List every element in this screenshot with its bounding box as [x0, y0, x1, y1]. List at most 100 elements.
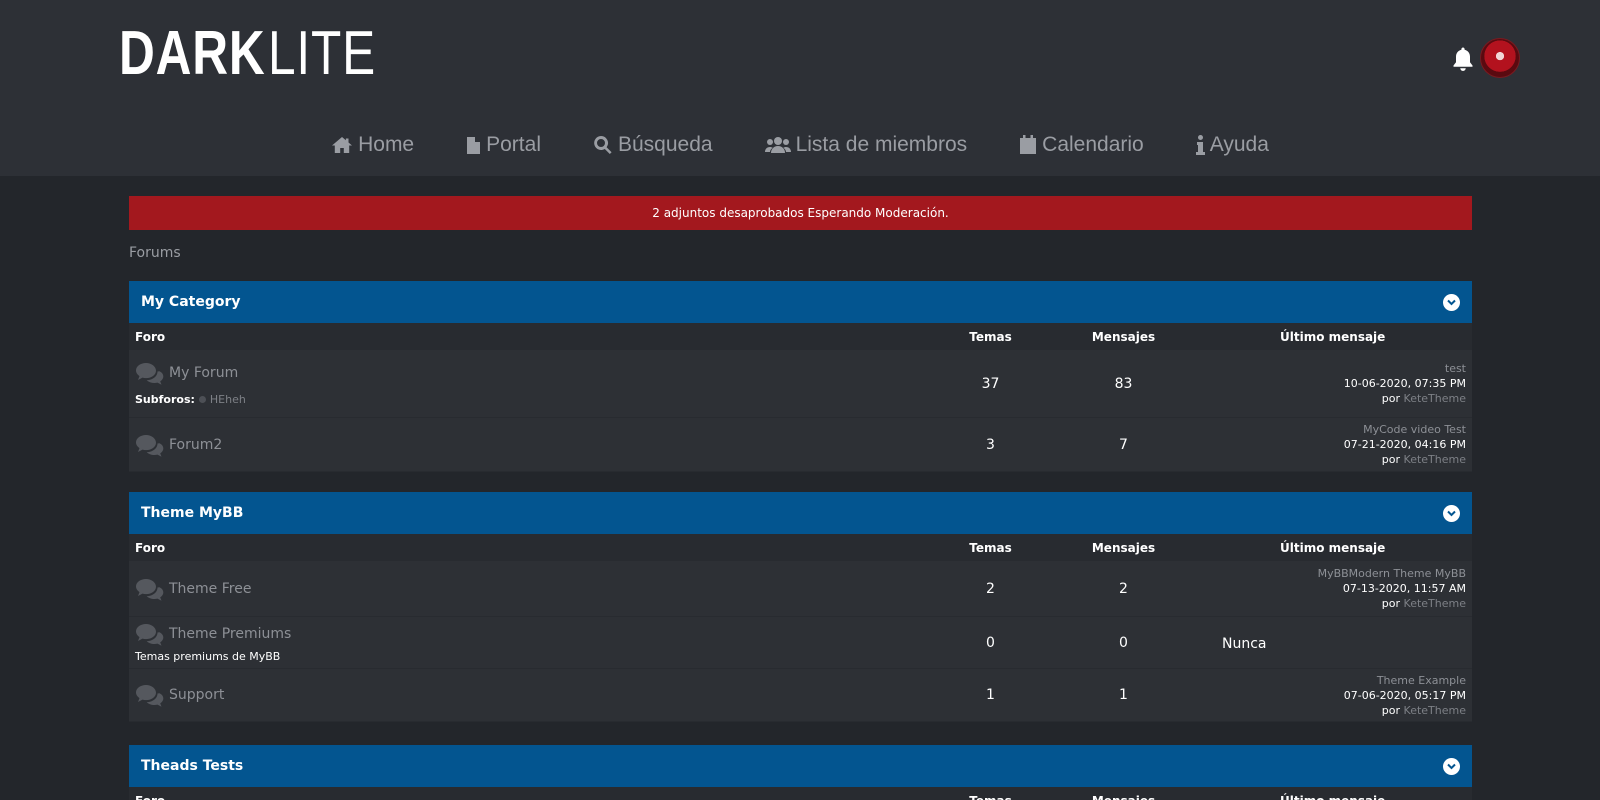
- last-post-por: por: [1381, 597, 1401, 610]
- users-icon: [764, 137, 791, 153]
- chevron-down-icon: [1447, 510, 1456, 516]
- collapse-button[interactable]: [1443, 504, 1460, 522]
- mensajes-count: 1: [1119, 687, 1128, 703]
- mensajes-count: 7: [1119, 436, 1128, 453]
- subforum-status-icon: [198, 396, 206, 403]
- mensajes-count: 83: [1114, 375, 1133, 392]
- column-header: Foro Temas Mensajes Último mensaje: [129, 534, 1472, 561]
- nav-calendario-label: Calendario: [1042, 133, 1144, 156]
- subforum-link[interactable]: HEheh: [210, 393, 246, 406]
- collapse-button[interactable]: [1443, 293, 1460, 311]
- nav-ayuda-label: Ayuda: [1209, 133, 1269, 156]
- chevron-down-icon: [1447, 299, 1456, 305]
- last-post-por: por: [1381, 453, 1401, 466]
- temas-count: 37: [981, 375, 1000, 392]
- info-icon: [1195, 135, 1205, 155]
- col-temas: Temas: [969, 540, 1012, 555]
- chat-bubbles-icon: [136, 434, 164, 457]
- category-title[interactable]: My Category: [141, 294, 241, 310]
- chevron-down-icon: [1447, 763, 1456, 769]
- category-header: My Category: [129, 281, 1472, 323]
- col-ultimo: Último mensaje: [1280, 540, 1386, 555]
- calendar-icon: [1020, 135, 1037, 154]
- moderation-notice-text: 2 adjuntos desaprobados Esperando Modera…: [652, 206, 949, 220]
- last-post-por: por: [1381, 392, 1401, 405]
- last-post: test 10-06-2020, 07:35 PM por KeteTheme: [1190, 361, 1472, 406]
- forum-cell: My Forum Subforos: HEheh: [129, 361, 924, 406]
- nav-ayuda[interactable]: Ayuda: [1195, 133, 1269, 157]
- forum-link[interactable]: Support: [169, 687, 224, 703]
- moderation-notice[interactable]: 2 adjuntos desaprobados Esperando Modera…: [129, 196, 1472, 230]
- collapse-button[interactable]: [1443, 757, 1460, 775]
- breadcrumb[interactable]: Forums: [129, 245, 181, 261]
- nav-busqueda[interactable]: Búsqueda: [593, 133, 713, 157]
- site-header: DARKLITE Home Portal Búsqueda Lista de m…: [0, 0, 1600, 176]
- last-post-title[interactable]: MyCode video Test: [1190, 422, 1466, 437]
- last-post-never: Nunca: [1222, 636, 1267, 652]
- temas-count: 1: [986, 687, 995, 703]
- nav-portal-label: Portal: [486, 133, 541, 156]
- last-post-title[interactable]: Theme Example: [1190, 673, 1466, 688]
- logo-bold-text: DARK: [119, 19, 266, 88]
- last-post-date: 07-13-2020, 11:57 AM: [1342, 582, 1466, 595]
- column-header: Foro Temas Mensajes Último mensaje: [129, 787, 1472, 800]
- forum-row: Theme Free 2 2 MyBBModern Theme MyBB 07-…: [129, 561, 1472, 617]
- last-post: MyCode video Test 07-21-2020, 04:16 PM p…: [1190, 422, 1472, 467]
- col-mensajes: Mensajes: [1091, 540, 1156, 555]
- column-header: Foro Temas Mensajes Último mensaje: [129, 323, 1472, 350]
- search-icon: [594, 136, 612, 154]
- last-post: Theme Example 07-06-2020, 05:17 PM por K…: [1190, 673, 1472, 718]
- category-header: Theads Tests: [129, 745, 1472, 787]
- logo-thin-text: LITE: [268, 19, 377, 88]
- forum-row: Support 1 1 Theme Example 07-06-2020, 05…: [129, 669, 1472, 722]
- category-theme-mybb: Theme MyBB Foro Temas Mensajes Último me…: [129, 492, 1472, 722]
- chat-bubbles-icon: [136, 624, 164, 646]
- last-post-title[interactable]: test: [1190, 361, 1466, 376]
- category-header: Theme MyBB: [129, 492, 1472, 534]
- site-logo[interactable]: DARKLITE: [119, 22, 403, 86]
- forum-link[interactable]: Theme Premiums: [169, 626, 291, 642]
- temas-count: 0: [986, 634, 995, 651]
- user-avatar[interactable]: [1480, 38, 1520, 78]
- bell-icon[interactable]: [1451, 46, 1475, 72]
- last-post-user[interactable]: KeteTheme: [1404, 453, 1466, 466]
- col-ultimo: Último mensaje: [1280, 329, 1386, 344]
- forum-cell: Theme Free: [129, 577, 924, 601]
- nav-miembros-label: Lista de miembros: [795, 133, 968, 156]
- forum-link[interactable]: Forum2: [169, 437, 222, 453]
- col-temas: Temas: [969, 329, 1012, 344]
- last-post-date: 10-06-2020, 07:35 PM: [1343, 377, 1466, 390]
- forum-link[interactable]: My Forum: [169, 365, 238, 381]
- forum-description: Temas premiums de MyBB: [135, 650, 281, 663]
- chat-bubbles-icon: [136, 578, 164, 601]
- category-theads-tests: Theads Tests Foro Temas Mensajes Último …: [129, 745, 1472, 800]
- last-post-title[interactable]: MyBBModern Theme MyBB: [1190, 566, 1466, 581]
- nav-home-label: Home: [358, 133, 415, 156]
- nav-calendario[interactable]: Calendario: [1019, 133, 1144, 157]
- nav-miembros[interactable]: Lista de miembros: [764, 133, 968, 157]
- chat-bubbles-icon: [136, 685, 164, 707]
- col-foro: Foro: [135, 540, 166, 555]
- subforums: Subforos: HEheh: [135, 393, 924, 406]
- last-post: Nunca: [1190, 633, 1472, 652]
- last-post-user[interactable]: KeteTheme: [1404, 704, 1466, 717]
- temas-count: 3: [986, 436, 995, 453]
- forum-cell: Theme Premiums Temas premiums de MyBB: [129, 622, 924, 663]
- nav-portal[interactable]: Portal: [466, 133, 541, 157]
- last-post-user[interactable]: KeteTheme: [1404, 597, 1466, 610]
- forum-row: My Forum Subforos: HEheh 37 83 test 10-0…: [129, 350, 1472, 418]
- col-foro: Foro: [129, 794, 924, 800]
- chat-bubbles-icon: [136, 363, 164, 385]
- category-title[interactable]: Theme MyBB: [141, 505, 243, 521]
- forum-cell: Support: [129, 683, 924, 707]
- category-title[interactable]: Theads Tests: [141, 758, 243, 774]
- forum-link[interactable]: Theme Free: [169, 581, 251, 597]
- last-post: MyBBModern Theme MyBB 07-13-2020, 11:57 …: [1190, 566, 1472, 611]
- col-mensajes: Mensajes: [1057, 794, 1190, 800]
- nav-home[interactable]: Home: [331, 133, 414, 157]
- col-temas: Temas: [924, 794, 1057, 800]
- main-nav: Home Portal Búsqueda Lista de miembros C…: [0, 124, 1600, 166]
- last-post-user[interactable]: KeteTheme: [1404, 392, 1466, 405]
- nav-busqueda-label: Búsqueda: [617, 133, 713, 156]
- col-mensajes: Mensajes: [1091, 329, 1156, 344]
